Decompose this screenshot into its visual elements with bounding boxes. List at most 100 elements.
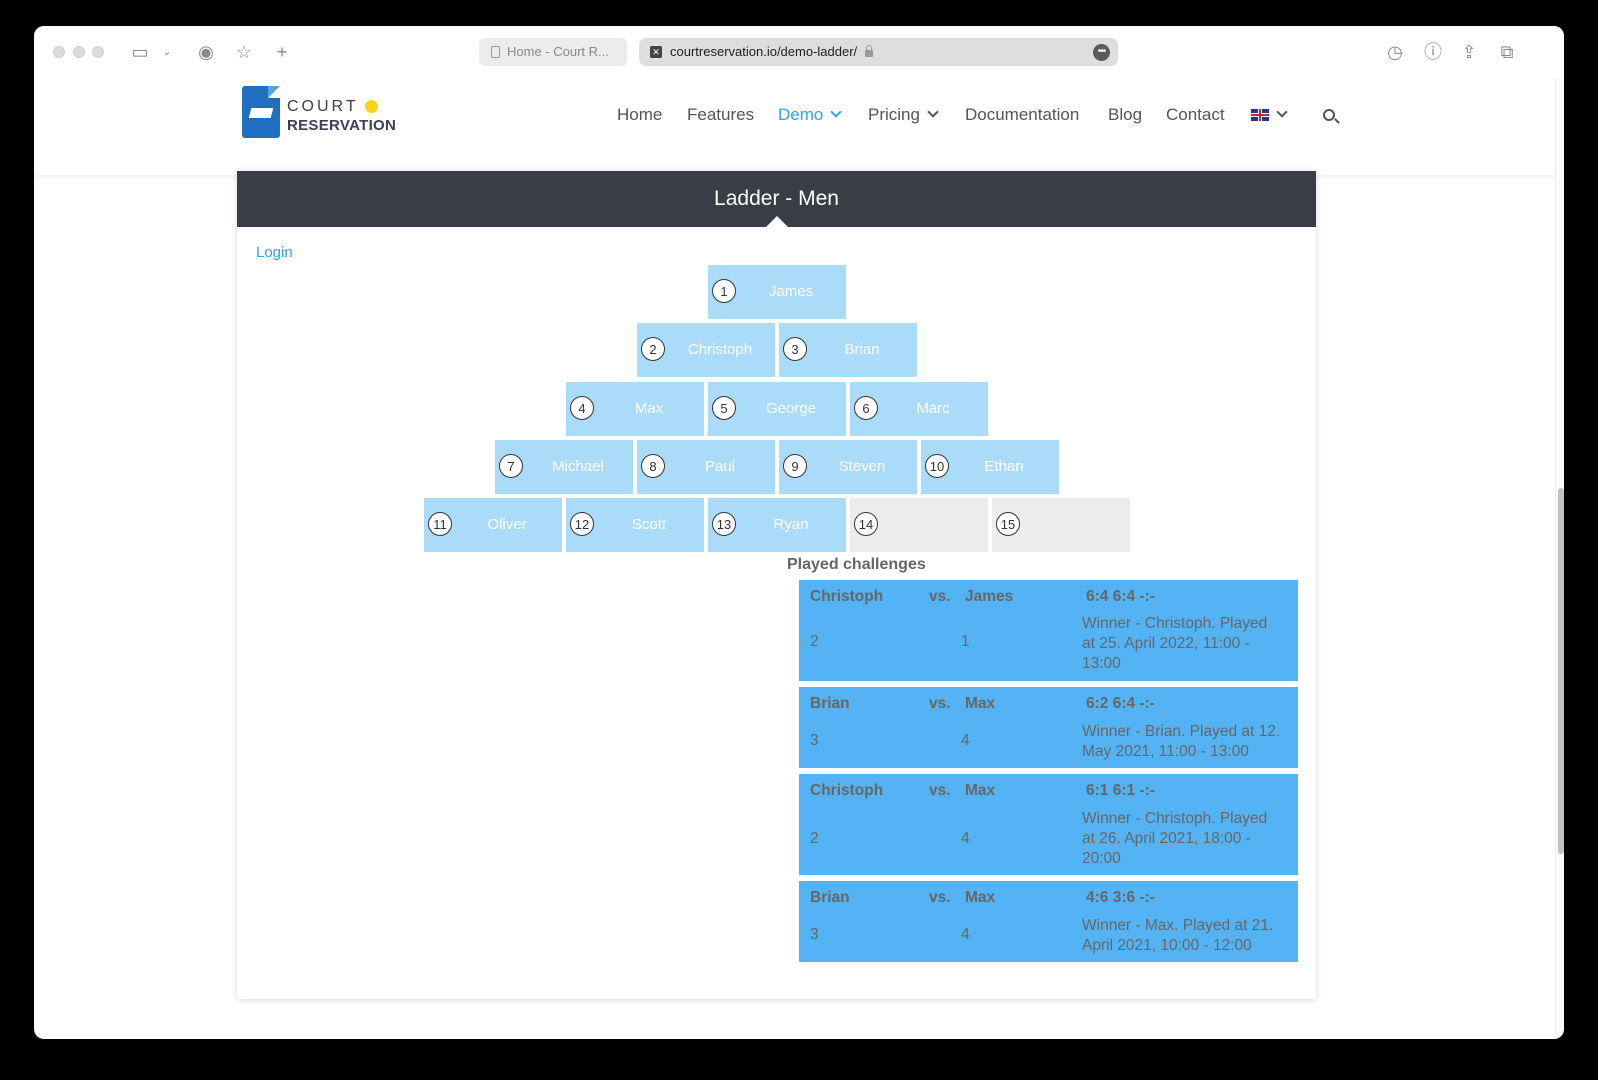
match-score: 4:6 3:6 -:-	[1086, 889, 1155, 906]
close-window-button[interactable]	[53, 46, 65, 58]
nav-demo[interactable]: Demo	[778, 102, 843, 128]
nav-home[interactable]: Home	[617, 102, 662, 128]
url-text: courtreservation.io/demo-ladder/	[670, 44, 858, 59]
challenger-name: Christoph	[810, 588, 884, 605]
opponent-name: Max	[965, 695, 996, 712]
rank-badge: 3	[783, 337, 807, 361]
nav-blog[interactable]: Blog	[1108, 102, 1142, 128]
player-name: Brian	[844, 341, 880, 358]
challenger-name: Brian	[810, 889, 850, 906]
ladder-cell-7[interactable]: 7 Michael	[495, 440, 633, 494]
vs-label: vs.	[929, 588, 951, 605]
tabs-overview-icon[interactable]: ⧉	[1495, 40, 1519, 64]
zoom-window-button[interactable]	[92, 46, 104, 58]
nav-contact[interactable]: Contact	[1166, 102, 1225, 128]
logo-sun-icon	[365, 100, 378, 113]
ladder-cell-1[interactable]: 1 James	[708, 265, 846, 319]
ladder-cell-6[interactable]: 6 Marc	[850, 382, 988, 436]
history-icon[interactable]: ◷	[1383, 40, 1407, 64]
ladder-cell-13[interactable]: 13 Ryan	[708, 498, 846, 552]
plus-icon[interactable]: +	[270, 40, 294, 64]
ladder-cell-14[interactable]: 14	[850, 498, 988, 552]
more-options-button[interactable]: •••	[1093, 44, 1110, 61]
vs-label: vs.	[929, 889, 951, 906]
address-bar[interactable]: ✕ courtreservation.io/demo-ladder/ •••	[639, 38, 1118, 66]
login-link[interactable]: Login	[256, 244, 293, 261]
player-name: James	[768, 283, 814, 300]
nav-contact-label: Contact	[1166, 105, 1225, 124]
ladder-cell-2[interactable]: 2 Christoph	[637, 323, 775, 377]
challenge-row: Christoph vs. Max 6:1 6:1 -:- 2 4 Winner…	[799, 774, 1298, 875]
language-switcher[interactable]	[1251, 102, 1288, 128]
uk-flag-icon	[1251, 109, 1269, 121]
ladder-header: Ladder - Men	[237, 171, 1316, 227]
ladder-cell-10[interactable]: 10 Ethan	[921, 440, 1059, 494]
rank-badge: 2	[641, 337, 665, 361]
ladder-cell-3[interactable]: 3 Brian	[779, 323, 917, 377]
nav-features[interactable]: Features	[687, 102, 754, 128]
challenger-rank: 3	[810, 926, 819, 943]
rank-badge: 1	[712, 279, 736, 303]
nav-pricing[interactable]: Pricing	[868, 102, 939, 128]
tab-home[interactable]: Home - Court R...	[479, 38, 627, 66]
info-icon[interactable]: ⓘ	[1421, 40, 1445, 64]
minimize-window-button[interactable]	[73, 46, 85, 58]
rank-badge: 10	[925, 454, 949, 478]
page-scrollbar[interactable]	[1555, 78, 1564, 1039]
player-name: Ryan	[773, 516, 809, 533]
challenger-name: Brian	[810, 695, 850, 712]
opponent-rank: 4	[961, 926, 970, 943]
opponent-name: Max	[965, 889, 996, 906]
rank-badge: 15	[996, 512, 1020, 536]
chevron-down-icon[interactable]: ⌄	[155, 40, 179, 64]
court-reservation-logo[interactable]: COURT RESERVATION	[242, 86, 402, 142]
rank-badge: 11	[428, 512, 452, 536]
search-icon[interactable]	[1323, 109, 1335, 121]
player-name: Scott	[631, 516, 667, 533]
challenge-row: Brian vs. Max 4:6 3:6 -:- 3 4 Winner - M…	[799, 881, 1298, 962]
shield-icon[interactable]: ◉	[194, 40, 218, 64]
ladder-cell-15[interactable]: 15	[992, 498, 1130, 552]
match-info: Winner - Christoph. Played at 26. April …	[1082, 810, 1268, 867]
nav-pricing-label: Pricing	[868, 105, 920, 124]
player-name: Marc	[916, 400, 950, 417]
opponent-name: Max	[965, 782, 996, 799]
sidebar-icon[interactable]: ▭	[128, 40, 152, 64]
logo-text-court: COURT	[287, 98, 359, 115]
challenger-rank: 3	[810, 732, 819, 749]
ladder-cell-12[interactable]: 12 Scott	[566, 498, 704, 552]
challenger-name: Christoph	[810, 782, 884, 799]
site-header: COURT RESERVATION Home Features Demo Pri…	[34, 78, 1555, 175]
challenge-row: Brian vs. Max 6:2 6:4 -:- 3 4 Winner - B…	[799, 687, 1298, 768]
rank-badge: 14	[854, 512, 878, 536]
match-info: Winner - Max. Played at 21. April 2021, …	[1082, 917, 1274, 954]
rank-badge: 6	[854, 396, 878, 420]
opponent-name: James	[965, 588, 1014, 605]
document-icon	[491, 46, 500, 58]
favicon-icon: ✕	[650, 46, 662, 58]
opponent-rank: 4	[961, 732, 970, 749]
rank-badge: 8	[641, 454, 665, 478]
match-info: Winner - Brian. Played at 12. May 2021, …	[1082, 723, 1281, 760]
nav-blog-label: Blog	[1108, 105, 1143, 124]
opponent-rank: 1	[961, 633, 970, 650]
player-name: Oliver	[487, 516, 527, 533]
scrollbar-thumb[interactable]	[1558, 488, 1564, 854]
ladder-cell-9[interactable]: 9 Steven	[779, 440, 917, 494]
ladder-cell-11[interactable]: 11 Oliver	[424, 498, 562, 552]
player-name: Christoph	[687, 341, 753, 358]
rank-badge: 9	[783, 454, 807, 478]
nav-documentation-label: Documentation	[965, 105, 1080, 124]
match-score: 6:1 6:1 -:-	[1086, 782, 1155, 799]
star-icon[interactable]: ☆	[232, 40, 256, 64]
player-name: Michael	[552, 458, 604, 475]
share-icon[interactable]: ⇪	[1457, 40, 1481, 64]
played-challenges-title: Played challenges	[787, 556, 926, 573]
vs-label: vs.	[929, 695, 951, 712]
player-name: Paul	[704, 458, 736, 475]
ladder-cell-4[interactable]: 4 Max	[566, 382, 704, 436]
ladder-cell-8[interactable]: 8 Paul	[637, 440, 775, 494]
nav-documentation[interactable]: Documentation	[965, 102, 1079, 128]
ladder-cell-5[interactable]: 5 George	[708, 382, 846, 436]
chevron-down-icon	[1276, 106, 1288, 118]
